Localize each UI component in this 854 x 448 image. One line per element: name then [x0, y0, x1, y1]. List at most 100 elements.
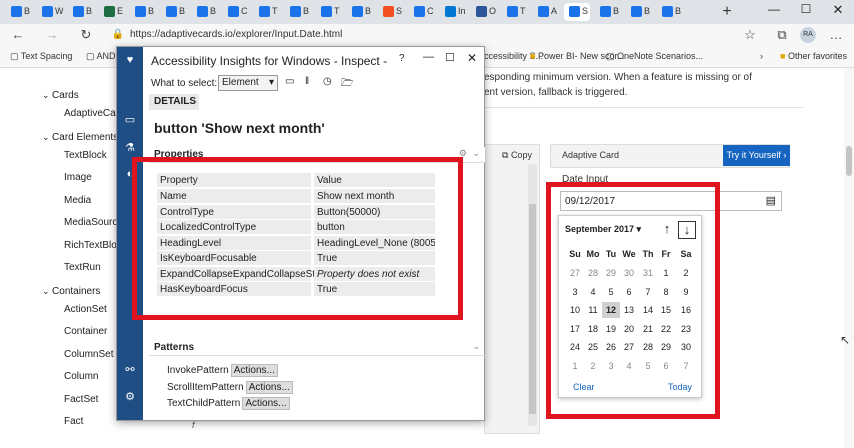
ai-window-title: Accessibility Insights for Windows - Ins… — [151, 54, 388, 68]
browser-tab[interactable]: B — [68, 3, 94, 21]
properties-collapse-icon[interactable]: ⌄ — [472, 148, 480, 159]
browser-tab[interactable]: B — [192, 3, 218, 21]
connection-icon[interactable]: ⚯ — [123, 363, 137, 377]
pattern-actions-button[interactable]: Actions... — [242, 397, 290, 410]
browser-tab[interactable]: B — [626, 3, 652, 21]
refresh-icon[interactable]: ↻ — [78, 27, 94, 43]
browser-tab[interactable]: E — [99, 3, 125, 21]
browser-tab[interactable]: In — [440, 3, 466, 21]
try-it-yourself-button[interactable]: Try it Yourself › — [723, 145, 790, 166]
nav-group-cards[interactable]: ⌄ Cards — [42, 90, 79, 101]
screenshot-icon[interactable]: ▭ — [285, 76, 294, 87]
nav-item-actionset[interactable]: ActionSet — [64, 304, 107, 315]
nav-item-media[interactable]: Media — [64, 195, 91, 206]
browser-tab[interactable]: B — [161, 3, 187, 21]
browser-tab[interactable]: B — [595, 3, 621, 21]
browser-tab[interactable]: W — [37, 3, 63, 21]
minimize-button[interactable]: — — [764, 2, 784, 20]
tab-favicon-icon — [352, 6, 363, 17]
copy-label: Copy — [510, 150, 532, 160]
browser-tab[interactable]: T — [502, 3, 528, 21]
ai-minimize-button[interactable]: — — [423, 51, 434, 63]
browser-tab[interactable]: C — [223, 3, 249, 21]
details-tab[interactable]: DETAILS — [149, 94, 199, 110]
nav-item-columnset[interactable]: ColumnSet — [64, 349, 113, 360]
forward-icon[interactable]: → — [44, 27, 60, 43]
what-to-select-dropdown[interactable]: Element ▾ — [218, 75, 278, 91]
browser-tab[interactable]: B — [285, 3, 311, 21]
ai-close-button[interactable]: ✕ — [467, 51, 477, 65]
close-window-button[interactable]: ✕ — [828, 2, 848, 20]
favorites-overflow-icon[interactable]: › — [760, 51, 763, 61]
bookmark-onenote[interactable]: ▢ OneNote Scenarios... — [606, 51, 703, 62]
pattern-actions-button[interactable]: Actions... — [245, 380, 293, 394]
page-scrollbar[interactable] — [844, 68, 854, 448]
help-icon[interactable]: ? — [399, 53, 405, 64]
maximize-button[interactable]: ☐ — [796, 2, 816, 20]
nav-item-textrun[interactable]: TextRun — [64, 262, 101, 273]
nav-item-column[interactable]: Column — [64, 371, 98, 382]
page-paragraph-line1: esponding minimum version. When a featur… — [484, 72, 752, 83]
tab-title: E — [117, 6, 124, 16]
collections-icon[interactable]: ⧉ — [774, 27, 790, 43]
profile-avatar[interactable]: RA — [800, 27, 816, 43]
patterns-header-bar: Patterns ⌄ — [149, 340, 485, 356]
tab-title: O — [489, 6, 497, 16]
page-scroll-thumb[interactable] — [846, 146, 852, 176]
patterns-collapse-icon[interactable]: ⌄ — [472, 341, 480, 352]
highlight-properties-box — [132, 157, 463, 320]
bookmark-and[interactable]: ▢ AND — [86, 51, 116, 62]
browser-tab[interactable]: O — [471, 3, 497, 21]
tab-title: S — [396, 6, 403, 16]
nav-item-textblock[interactable]: TextBlock — [64, 150, 107, 161]
nav-item-image[interactable]: Image — [64, 172, 92, 183]
browser-tab[interactable]: B — [6, 3, 32, 21]
tab-title: C — [241, 6, 248, 16]
favorites-star-icon[interactable]: ☆ — [742, 27, 758, 43]
code-scrollbar[interactable] — [528, 164, 537, 426]
scroll-thumb[interactable] — [529, 204, 536, 414]
inspect-icon[interactable]: ▭ — [123, 113, 137, 127]
address-bar[interactable]: https://adaptivecards.io/explorer/Input.… — [130, 29, 342, 40]
bookmark-text-spacing[interactable]: ▢ Text Spacing — [10, 51, 72, 62]
test-flask-icon[interactable]: ⚗ — [123, 141, 137, 155]
page-paragraph-line2: ent version, fallback is triggered. — [484, 87, 628, 98]
back-icon[interactable]: ← — [10, 27, 26, 43]
tab-title: W — [55, 6, 63, 16]
nav-group-label: Containers — [52, 285, 101, 297]
tab-strip: B W B E B B B C T B T B S C In O T A S B B B + — ☐ ✕ — [0, 0, 854, 24]
chevron-down-icon: ⌄ — [42, 285, 53, 296]
pattern-actions-button[interactable]: Actions... — [230, 364, 278, 377]
nav-item-fact[interactable]: Fact — [64, 416, 83, 427]
tab-favicon-icon — [228, 6, 239, 17]
nav-item-factset[interactable]: FactSet — [64, 394, 98, 405]
nav-group-containers[interactable]: ⌄ Containers — [42, 286, 100, 297]
browser-tab[interactable]: B — [657, 3, 683, 21]
calendar-icon[interactable]: ▤ — [766, 194, 776, 207]
browser-tab[interactable]: S — [378, 3, 404, 21]
pattern-row: TextChildPattern Actions... — [167, 397, 290, 410]
browser-tab[interactable]: A — [533, 3, 559, 21]
adaptive-card-title: Adaptive Card — [562, 150, 620, 160]
copy-button[interactable]: ⧉ Copy — [502, 150, 532, 161]
browser-tab[interactable]: S — [564, 3, 590, 21]
settings-gear-icon[interactable]: ⚙ — [123, 390, 137, 404]
tab-favicon-icon — [476, 6, 487, 17]
browser-tab[interactable]: C — [409, 3, 435, 21]
browser-tab[interactable]: B — [347, 3, 373, 21]
nav-group-card-elements[interactable]: ⌄ Card Elements — [42, 132, 118, 143]
select-value: Element — [222, 77, 259, 88]
ai-maximize-button[interactable]: ☐ — [445, 51, 455, 64]
timer-icon[interactable]: ◷ — [323, 76, 332, 87]
nav-item-mediasource[interactable]: MediaSource — [64, 217, 123, 228]
open-folder-icon[interactable]: 🗁 — [341, 76, 353, 93]
pause-icon[interactable]: ‖ — [305, 76, 309, 87]
browser-tab[interactable]: B — [130, 3, 156, 21]
more-menu-icon[interactable]: … — [828, 27, 844, 43]
browser-tab[interactable]: T — [316, 3, 342, 21]
new-tab-button[interactable]: + — [718, 3, 736, 21]
browser-tab[interactable]: T — [254, 3, 280, 21]
nav-item-container[interactable]: Container — [64, 326, 107, 337]
what-to-select-label: What to select: — [151, 78, 218, 89]
bookmark-other-favorites[interactable]: ■ Other favorites — [780, 51, 847, 61]
